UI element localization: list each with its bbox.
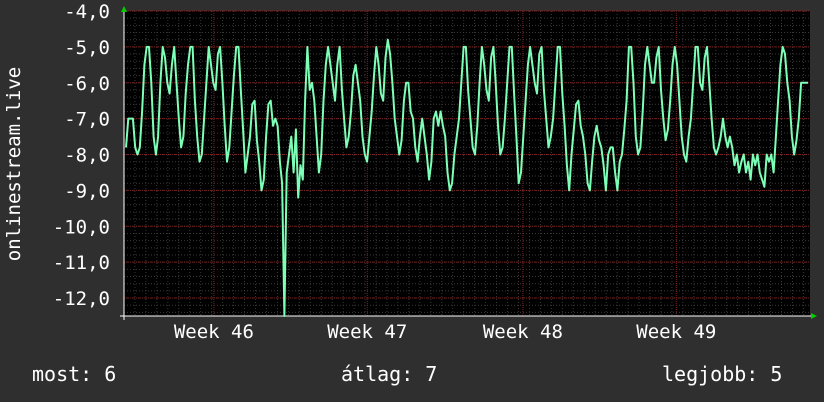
y-axis-ticks: -4,0 -5,0 -6,0 -7,0 -8,0 -9,0 -10,0 -11,0 -12,0	[53, 1, 110, 310]
x-axis-ticks: Week 46 Week 47 Week 48 Week 49	[174, 321, 717, 343]
y-tick-label: -9,0	[64, 180, 110, 202]
x-axis-arrow	[811, 313, 817, 319]
x-tick-label: Week 47	[327, 321, 407, 343]
x-tick-label: Week 46	[174, 321, 254, 343]
y-tick-label: -8,0	[64, 145, 110, 167]
y-axis-label: onlinestream.live	[3, 67, 25, 261]
y-axis-arrow	[121, 6, 127, 12]
y-tick-label: -10,0	[53, 216, 110, 238]
y-tick-label: -11,0	[53, 252, 110, 274]
x-tick-label: Week 49	[636, 321, 716, 343]
stat-now: most: 6	[32, 362, 117, 386]
y-tick-label: -4,0	[64, 1, 110, 23]
y-tick-label: -12,0	[53, 288, 110, 310]
line-chart: -4,0-5,0-6,0-7,0-8,0-9,0-10,0-11,0-12,0 …	[3, 1, 817, 343]
stat-average: átlag: 7	[341, 362, 438, 386]
x-tick-label: Week 48	[483, 321, 563, 343]
y-tick-label: -5,0	[64, 37, 110, 59]
stat-best: legjobb: 5	[662, 362, 783, 386]
y-tick-label: -6,0	[64, 73, 110, 95]
y-tick-label: -7,0	[64, 109, 110, 131]
